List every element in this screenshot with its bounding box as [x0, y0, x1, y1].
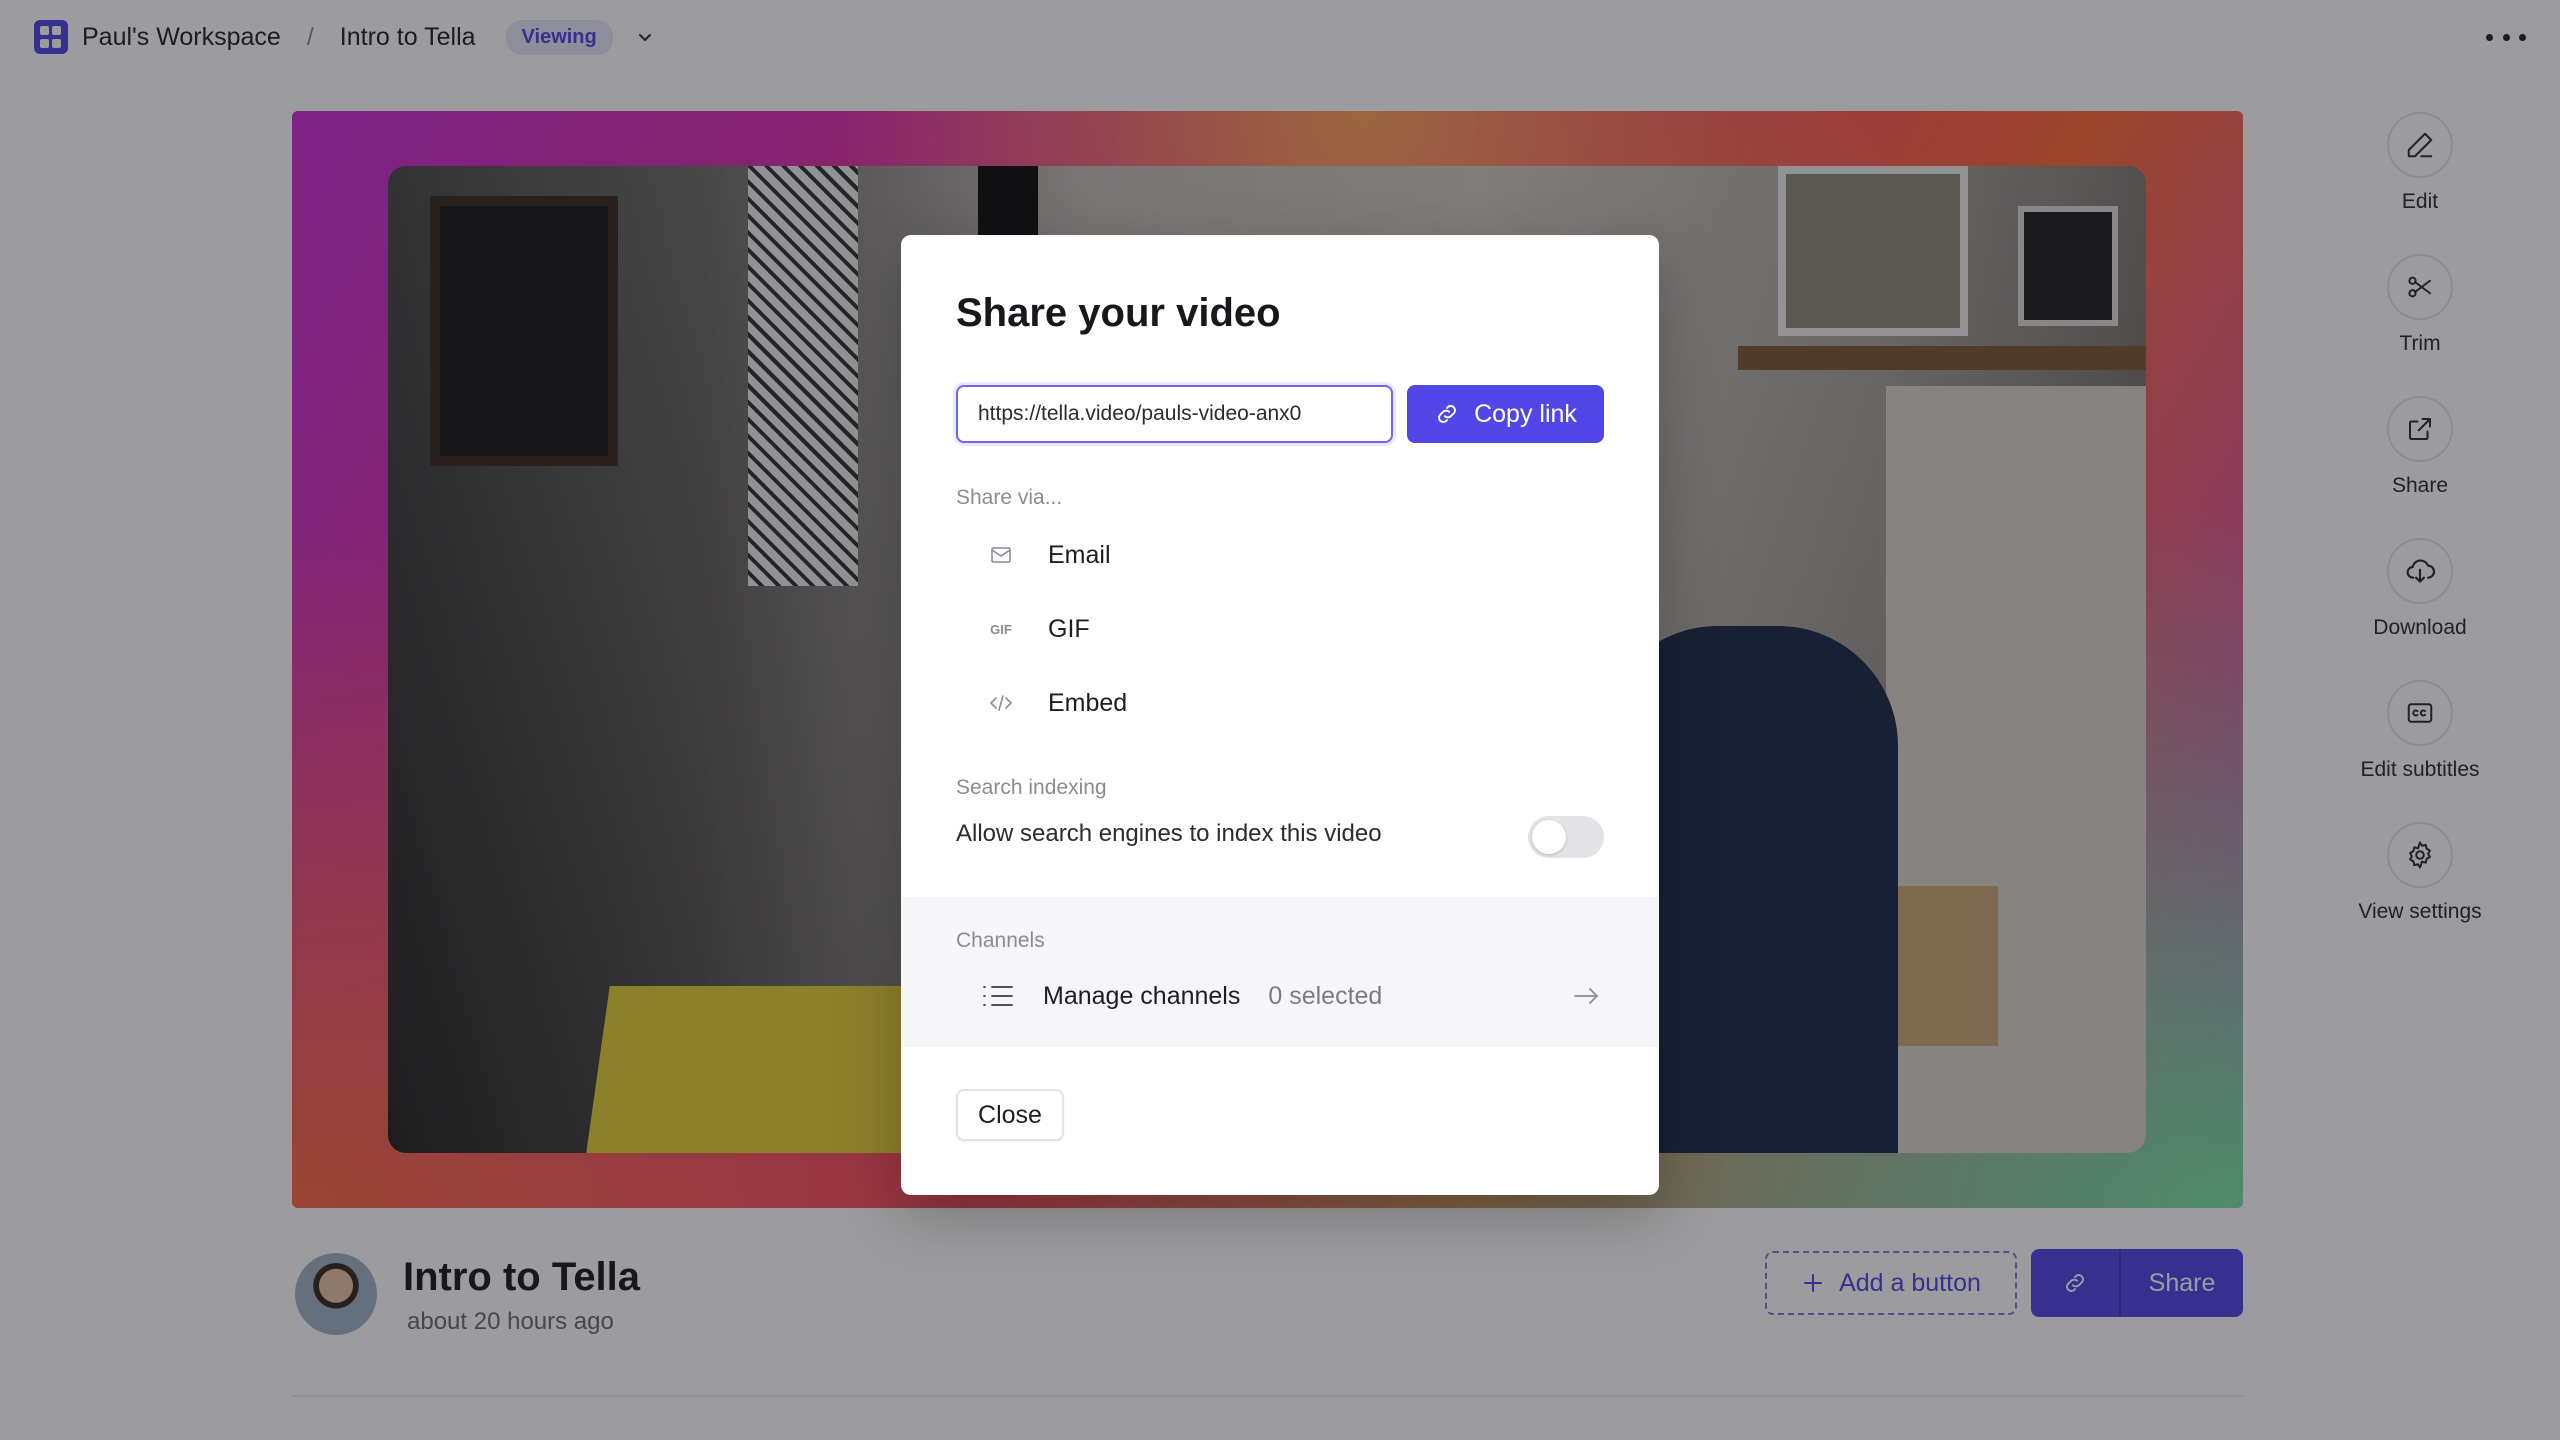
- share-option-gif[interactable]: GIF GIF: [986, 604, 1090, 654]
- channels-section: Channels Manage channels 0 selected: [901, 897, 1659, 1047]
- share-option-embed[interactable]: Embed: [986, 678, 1127, 728]
- arrow-right-icon: [1574, 988, 1598, 1004]
- search-indexing-text: Allow search engines to index this video: [956, 820, 1382, 847]
- share-modal: Share your video Copy link Share via... …: [901, 235, 1659, 1195]
- modal-title: Share your video: [956, 291, 1281, 335]
- share-option-email-label: Email: [1048, 540, 1111, 569]
- mail-icon: [986, 543, 1016, 567]
- channels-label: Channels: [956, 929, 1045, 952]
- code-icon: [986, 691, 1016, 715]
- share-option-embed-label: Embed: [1048, 688, 1128, 717]
- toggle-knob: [1532, 820, 1566, 854]
- manage-channels-row[interactable]: Manage channels 0 selected: [981, 971, 1601, 1021]
- search-indexing-toggle[interactable]: [1528, 816, 1604, 858]
- copy-link-label: Copy link: [1474, 399, 1577, 428]
- link-icon: [1438, 405, 1457, 423]
- search-indexing-label: Search indexing: [956, 776, 1107, 799]
- close-button[interactable]: Close: [956, 1089, 1064, 1141]
- list-icon: [983, 986, 1013, 1006]
- share-url-input[interactable]: [956, 385, 1393, 443]
- share-option-gif-label: GIF: [1048, 614, 1090, 643]
- share-via-label: Share via...: [956, 486, 1063, 509]
- copy-link-button[interactable]: Copy link: [1407, 385, 1604, 443]
- manage-channels-label: Manage channels: [1043, 981, 1241, 1010]
- channels-selected-count: 0 selected: [1268, 981, 1383, 1010]
- share-option-email[interactable]: Email: [986, 530, 1111, 580]
- gif-icon: GIF: [990, 621, 1012, 637]
